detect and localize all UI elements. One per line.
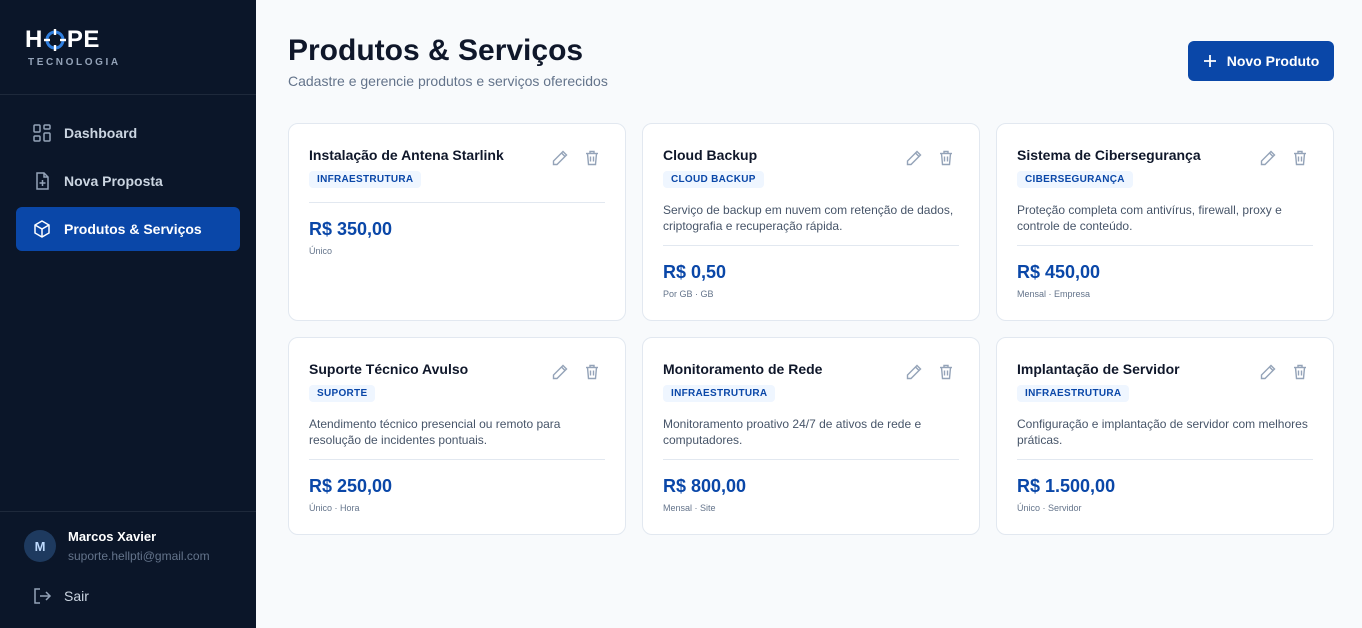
card-divider: [309, 459, 605, 460]
new-product-label: Novo Produto: [1226, 53, 1320, 69]
crosshair-icon: [43, 29, 66, 51]
product-price: R$ 450,00: [1017, 262, 1101, 282]
product-description: Proteção completa com antivírus, firewal…: [1017, 203, 1282, 233]
product-card: Implantação de Servidor INFRAESTRUTURA C…: [996, 337, 1334, 535]
brand-name-left: H: [25, 26, 43, 53]
product-card: Suporte Técnico Avulso SUPORTE Atendimen…: [288, 337, 626, 535]
product-card: Instalação de Antena Starlink INFRAESTRU…: [288, 123, 626, 321]
sidebar-item-nova-proposta[interactable]: Nova Proposta: [16, 159, 240, 203]
brand-logo: H PE TECNOLOGIA: [25, 26, 121, 68]
avatar: M: [24, 530, 56, 562]
sidebar: H PE TECNOLOGIA Dashboard Nova Proposta …: [0, 0, 256, 628]
product-description: Atendimento técnico presencial ou remoto…: [309, 417, 561, 447]
trash-icon[interactable]: [1291, 363, 1309, 381]
product-price: R$ 250,00: [309, 476, 393, 496]
brand-tagline: TECNOLOGIA: [28, 57, 121, 68]
card-actions: [891, 149, 955, 167]
card-actions: [1245, 363, 1309, 381]
edit-icon[interactable]: [905, 149, 923, 167]
card-actions: [537, 149, 601, 167]
user-email: suporte.hellpti@gmail.com: [68, 549, 210, 563]
product-unit: Mensal · Site: [663, 503, 716, 513]
sidebar-divider: [0, 94, 256, 95]
edit-icon[interactable]: [905, 363, 923, 381]
category-badge: INFRAESTRUTURA: [663, 385, 776, 402]
category-badge: CLOUD BACKUP: [663, 171, 764, 188]
new-product-button[interactable]: Novo Produto: [1188, 41, 1334, 81]
sidebar-divider: [0, 511, 256, 512]
logout-label: Sair: [64, 588, 89, 604]
box-icon: [32, 219, 52, 239]
product-price: R$ 800,00: [663, 476, 747, 496]
edit-icon[interactable]: [1259, 363, 1277, 381]
product-card: Sistema de Cibersegurança CIBERSEGURANÇA…: [996, 123, 1334, 321]
sidebar-item-label: Nova Proposta: [64, 173, 163, 189]
trash-icon[interactable]: [583, 363, 601, 381]
product-unit: Por GB · GB: [663, 289, 714, 299]
category-badge: INFRAESTRUTURA: [309, 171, 422, 188]
user-name: Marcos Xavier: [68, 529, 157, 544]
grid-icon: [32, 123, 52, 143]
trash-icon[interactable]: [583, 149, 601, 167]
sidebar-item-produtos-servicos[interactable]: Produtos & Serviços: [16, 207, 240, 251]
category-badge: CIBERSEGURANÇA: [1017, 171, 1133, 188]
brand-name-right: PE: [66, 26, 100, 53]
card-actions: [537, 363, 601, 381]
edit-icon[interactable]: [551, 149, 569, 167]
card-divider: [1017, 459, 1313, 460]
product-price: R$ 350,00: [309, 219, 393, 239]
card-divider: [663, 245, 959, 246]
product-price: R$ 1.500,00: [1017, 476, 1116, 496]
card-divider: [309, 202, 605, 203]
plus-icon: [1203, 54, 1217, 68]
sidebar-item-label: Dashboard: [64, 125, 138, 141]
file-plus-icon: [32, 171, 52, 191]
card-divider: [1017, 245, 1313, 246]
sidebar-nav: Dashboard Nova Proposta Produtos & Servi…: [16, 111, 240, 255]
sidebar-item-label: Produtos & Serviços: [64, 221, 202, 237]
category-badge: INFRAESTRUTURA: [1017, 385, 1130, 402]
logout-button[interactable]: Sair: [32, 586, 89, 606]
sidebar-item-dashboard[interactable]: Dashboard: [16, 111, 240, 155]
logout-icon: [32, 586, 52, 606]
product-description: Monitoramento proativo 24/7 de ativos de…: [663, 417, 922, 447]
card-actions: [1245, 149, 1309, 167]
trash-icon[interactable]: [1291, 149, 1309, 167]
product-description: Serviço de backup em nuvem com retenção …: [663, 203, 954, 233]
product-description: Configuração e implantação de servidor c…: [1017, 417, 1308, 447]
product-card: Cloud Backup CLOUD BACKUP Serviço de bac…: [642, 123, 980, 321]
product-unit: Único · Servidor: [1017, 503, 1082, 513]
product-unit: Mensal · Empresa: [1017, 289, 1091, 299]
trash-icon[interactable]: [937, 363, 955, 381]
edit-icon[interactable]: [1259, 149, 1277, 167]
card-divider: [663, 459, 959, 460]
category-badge: SUPORTE: [309, 385, 376, 402]
user-profile: M Marcos Xavier suporte.hellpti@gmail.co…: [24, 529, 210, 563]
trash-icon[interactable]: [937, 149, 955, 167]
main-content: Produtos & Serviços Cadastre e gerencie …: [256, 0, 1362, 628]
card-actions: [891, 363, 955, 381]
page-title: Produtos & Serviços: [288, 34, 584, 67]
product-unit: Único · Hora: [309, 503, 360, 513]
product-unit: Único: [309, 246, 333, 256]
page-subtitle: Cadastre e gerencie produtos e serviços …: [288, 73, 608, 89]
product-grid: Instalação de Antena Starlink INFRAESTRU…: [288, 123, 1334, 535]
edit-icon[interactable]: [551, 363, 569, 381]
product-price: R$ 0,50: [663, 262, 727, 282]
brand-wordmark: H PE: [25, 26, 121, 53]
product-card: Monitoramento de Rede INFRAESTRUTURA Mon…: [642, 337, 980, 535]
